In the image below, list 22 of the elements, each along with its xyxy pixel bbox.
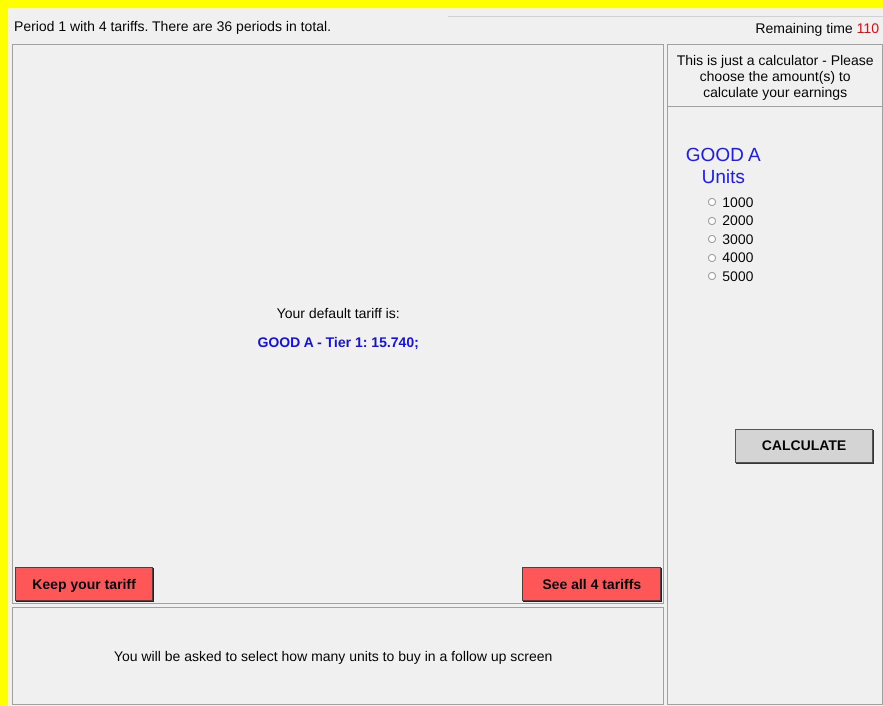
note-text: You will be asked to select how many units to buy in a follow up screen xyxy=(114,646,552,666)
units-label: Units xyxy=(702,167,745,189)
radio-button[interactable] xyxy=(708,272,716,280)
remaining-time-value: 110 xyxy=(856,19,879,38)
option-label: 5000 xyxy=(722,266,754,286)
default-tariff: GOOD A - Tier 1: 15.740; xyxy=(257,333,419,352)
option-label: 2000 xyxy=(722,211,754,230)
calculator-intro: This is just a calculator - Please choose the amount(s) to calculate your earnings xyxy=(676,52,875,100)
see-tariffs-button[interactable]: See all 4 tariffs xyxy=(522,567,662,601)
option-label: 4000 xyxy=(722,248,754,268)
radio-button[interactable] xyxy=(708,235,716,244)
radio-button[interactable] xyxy=(708,198,716,206)
radio-button[interactable] xyxy=(708,254,716,262)
remaining-time-label: Remaining time xyxy=(755,19,853,38)
radio-button[interactable] xyxy=(708,216,716,225)
period-info: Period 1 with 4 tariffs. There are 36 periods in total. xyxy=(13,16,332,36)
good-title: GOOD A xyxy=(686,145,761,167)
option-label: 1000 xyxy=(722,192,754,212)
option-label: 3000 xyxy=(722,230,754,249)
keep-tariff-button[interactable]: Keep your tariff xyxy=(15,567,153,601)
default-tariff-label: Your default tariff is: xyxy=(276,304,400,323)
calculate-button[interactable]: CALCULATE xyxy=(735,428,873,462)
